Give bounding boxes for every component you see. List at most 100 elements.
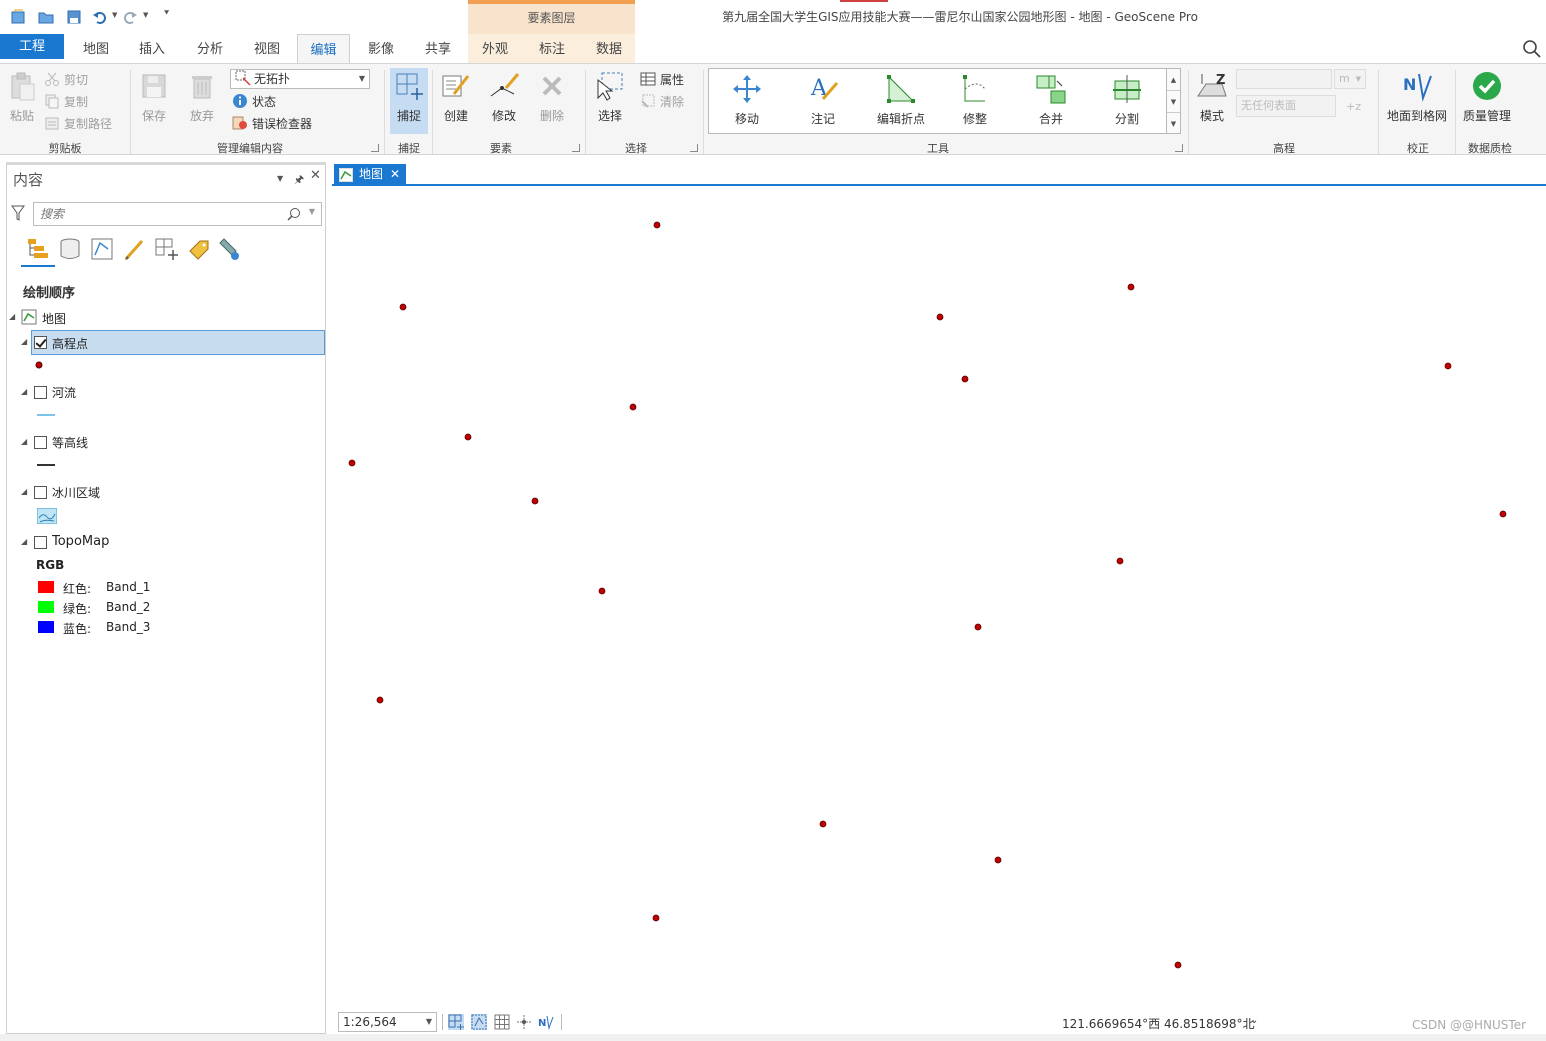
clear-selection-button[interactable]: 清除 bbox=[640, 92, 684, 112]
list-by-data-source-icon[interactable] bbox=[58, 237, 82, 261]
tab-map[interactable]: 地图 bbox=[72, 34, 120, 64]
tab-project[interactable]: 工程 bbox=[0, 34, 64, 59]
new-project-icon[interactable] bbox=[10, 9, 26, 25]
layer-name-contours[interactable]: 等高线 bbox=[52, 434, 88, 451]
copy-path-button[interactable]: 复制路径 bbox=[44, 114, 112, 134]
close-icon[interactable]: ✕ bbox=[310, 168, 321, 183]
elevation-point[interactable] bbox=[629, 403, 637, 411]
elevation-point[interactable] bbox=[464, 433, 472, 441]
map-view-tab[interactable]: 地图 ✕ bbox=[334, 164, 406, 186]
topology-dropdown[interactable]: 无拓扑 ▼ bbox=[230, 69, 370, 89]
manage-edits-launcher-icon[interactable] bbox=[371, 144, 379, 152]
layer-visibility-checkbox[interactable] bbox=[34, 386, 47, 399]
ground-to-grid-toggle-icon[interactable]: N bbox=[538, 1014, 554, 1030]
layer-visibility-checkbox[interactable] bbox=[34, 486, 47, 499]
save-edits-button[interactable]: 保存 bbox=[136, 68, 172, 134]
contents-search-input[interactable] bbox=[34, 203, 274, 225]
elevation-point[interactable] bbox=[819, 820, 827, 828]
layer-visibility-checkbox[interactable] bbox=[34, 436, 47, 449]
create-features-button[interactable]: 创建 bbox=[438, 68, 474, 134]
contents-search-box[interactable]: ▼ bbox=[33, 202, 322, 226]
tab-imagery[interactable]: 影像 bbox=[357, 34, 405, 64]
error-inspector-button[interactable]: 错误检查器 bbox=[232, 114, 312, 134]
delete-features-button[interactable]: 删除 bbox=[534, 68, 570, 134]
move-tool-button[interactable]: 移动 bbox=[721, 71, 773, 137]
constraints-icon[interactable] bbox=[516, 1014, 532, 1030]
copy-button[interactable]: 复制 bbox=[44, 92, 88, 112]
tools-launcher-icon[interactable] bbox=[1175, 144, 1183, 152]
expand-arrow-icon[interactable]: ◢ bbox=[21, 337, 27, 346]
status-button[interactable]: 状态 bbox=[232, 92, 276, 112]
quality-manage-button[interactable]: 质量管理 bbox=[1460, 68, 1514, 134]
merge-tool-button[interactable]: 合并 bbox=[1025, 71, 1077, 137]
select-button[interactable]: 选择 bbox=[592, 68, 628, 134]
redo-icon[interactable] bbox=[122, 9, 138, 25]
customize-toolbar-icon[interactable]: ⯆ bbox=[163, 9, 170, 19]
close-icon[interactable]: ✕ bbox=[390, 164, 400, 185]
tools-gallery-scroller[interactable]: ▲ ▼ ▼ bbox=[1166, 68, 1181, 134]
coordinate-format-dropdown-icon[interactable]: ⌄ bbox=[1250, 1015, 1258, 1026]
gallery-down-icon[interactable]: ▼ bbox=[1167, 91, 1180, 113]
layer-visibility-checkbox[interactable] bbox=[34, 536, 47, 549]
snapping-button[interactable]: 捕捉 bbox=[390, 68, 428, 134]
expand-arrow-icon[interactable]: ◢ bbox=[21, 387, 27, 396]
elevation-mode-button[interactable]: Z 模式 bbox=[1194, 68, 1230, 134]
elevation-point[interactable] bbox=[652, 914, 660, 922]
tab-labeling[interactable]: 标注 bbox=[528, 34, 576, 64]
elevation-point[interactable] bbox=[1174, 961, 1182, 969]
elevation-point[interactable] bbox=[974, 623, 982, 631]
elevation-point[interactable] bbox=[531, 497, 539, 505]
map-canvas[interactable] bbox=[332, 188, 1546, 1008]
discard-edits-button[interactable]: 放弃 bbox=[184, 68, 220, 134]
reshape-tool-button[interactable]: 修整 bbox=[949, 71, 1001, 137]
search-icon[interactable] bbox=[287, 207, 301, 221]
modify-features-button[interactable]: 修改 bbox=[484, 68, 524, 134]
gallery-up-icon[interactable]: ▲ bbox=[1167, 69, 1180, 91]
selection-launcher-icon[interactable] bbox=[690, 144, 698, 152]
list-by-perspective-imagery-icon[interactable] bbox=[218, 237, 242, 261]
list-by-snapping-icon[interactable] bbox=[154, 237, 178, 261]
elevation-point[interactable] bbox=[961, 375, 969, 383]
elevation-point[interactable] bbox=[653, 221, 661, 229]
elevation-point[interactable] bbox=[1116, 557, 1124, 565]
tab-edit[interactable]: 编辑 bbox=[297, 34, 350, 64]
layer-name-topomap[interactable]: TopoMap bbox=[52, 534, 109, 549]
edit-vertices-button[interactable]: 编辑折点 bbox=[869, 71, 933, 137]
list-by-selection-icon[interactable] bbox=[90, 237, 114, 261]
tab-analysis[interactable]: 分析 bbox=[186, 34, 234, 64]
undo-dropdown-icon[interactable]: ▼ bbox=[112, 11, 117, 19]
open-project-icon[interactable] bbox=[38, 9, 54, 25]
expand-arrow-icon[interactable]: ◢ bbox=[21, 437, 27, 446]
elevation-point[interactable] bbox=[598, 587, 606, 595]
elevation-surface-dropdown[interactable]: 无任何表面 bbox=[1236, 95, 1336, 117]
save-project-icon[interactable] bbox=[66, 9, 82, 25]
command-search-icon[interactable] bbox=[1522, 39, 1542, 59]
layer-name-rivers[interactable]: 河流 bbox=[52, 384, 76, 401]
elevation-value-input[interactable] bbox=[1236, 69, 1332, 89]
elevation-point[interactable] bbox=[936, 313, 944, 321]
tab-appearance[interactable]: 外观 bbox=[471, 34, 519, 64]
tab-view[interactable]: 视图 bbox=[243, 34, 291, 64]
expand-arrow-icon[interactable]: ◢ bbox=[9, 312, 15, 321]
elevation-point[interactable] bbox=[1127, 283, 1135, 291]
list-by-editing-icon[interactable] bbox=[122, 237, 146, 261]
layer-name-elevation-points[interactable]: 高程点 bbox=[52, 335, 88, 352]
layer-name-glacier-area[interactable]: 冰川区域 bbox=[52, 484, 100, 501]
undo-icon[interactable] bbox=[92, 9, 108, 25]
expand-arrow-icon[interactable]: ◢ bbox=[21, 487, 27, 496]
tab-insert[interactable]: 插入 bbox=[128, 34, 176, 64]
elevation-point[interactable] bbox=[994, 856, 1002, 864]
attributes-button[interactable]: 属性 bbox=[640, 70, 684, 90]
expand-arrow-icon[interactable]: ◢ bbox=[21, 537, 27, 546]
gallery-expand-icon[interactable]: ▼ bbox=[1167, 113, 1180, 135]
elevation-point[interactable] bbox=[1444, 362, 1452, 370]
layer-visibility-checkbox[interactable] bbox=[34, 336, 47, 349]
grid-icon[interactable] bbox=[494, 1014, 510, 1030]
map-node-label[interactable]: 地图 bbox=[42, 310, 66, 327]
tab-share[interactable]: 共享 bbox=[414, 34, 462, 64]
cut-button[interactable]: 剪切 bbox=[44, 70, 88, 90]
annotation-tool-button[interactable]: A 注记 bbox=[797, 71, 849, 137]
search-options-icon[interactable]: ▼ bbox=[309, 207, 315, 216]
z-offset-icon[interactable]: +z bbox=[1346, 100, 1361, 113]
list-by-drawing-order-icon[interactable] bbox=[26, 237, 50, 261]
